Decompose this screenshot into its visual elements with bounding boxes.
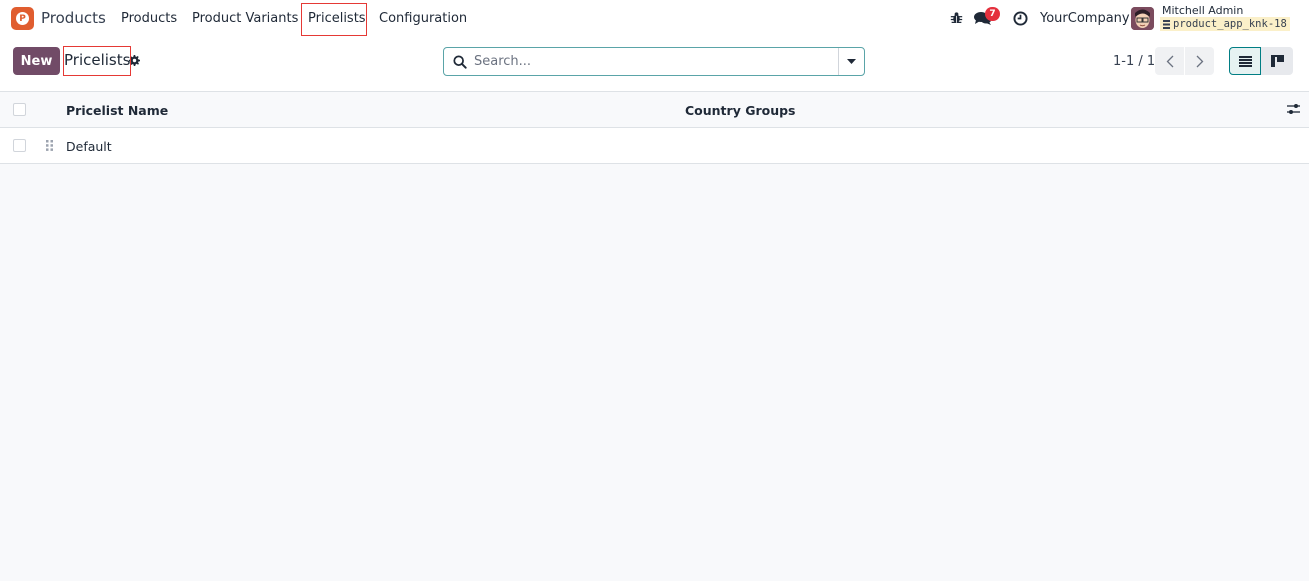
pager-next-button[interactable]	[1185, 47, 1214, 75]
menu-item-product-variants[interactable]: Product Variants	[192, 11, 298, 26]
drag-handle-icon[interactable]	[46, 140, 53, 155]
app-name[interactable]: Products	[41, 9, 106, 27]
products-app-icon[interactable]: P	[11, 7, 34, 30]
clock-icon[interactable]	[1013, 11, 1028, 30]
pricelist-name-cell[interactable]: Default	[66, 139, 112, 154]
pager-value[interactable]: 1-1 / 1	[1113, 54, 1155, 69]
bug-icon[interactable]	[950, 11, 963, 28]
database-icon	[1163, 19, 1170, 29]
sliders-icon	[1287, 104, 1300, 114]
search-input[interactable]	[474, 54, 838, 69]
pager-previous-button[interactable]	[1155, 47, 1184, 75]
table-row[interactable]: Default	[0, 128, 1309, 164]
menu-item-configuration[interactable]: Configuration	[379, 11, 467, 26]
database-name: product_app_knk-18	[1160, 17, 1290, 31]
gear-icon[interactable]	[129, 55, 140, 70]
menu-item-pricelists[interactable]: Pricelists	[308, 11, 366, 26]
column-header-country-groups[interactable]: Country Groups	[685, 103, 796, 118]
company-switcher[interactable]: YourCompany	[1040, 11, 1130, 26]
search-bar	[443, 47, 865, 76]
database-name-text: product_app_knk-18	[1173, 18, 1287, 30]
caret-down-icon	[847, 59, 856, 64]
search-options-toggle[interactable]	[838, 48, 864, 75]
table-header: Pricelist Name Country Groups	[0, 92, 1309, 128]
top-navbar: P Products Products Product Variants Pri…	[0, 0, 1309, 37]
chevron-left-icon	[1166, 55, 1173, 67]
kanban-icon	[1270, 55, 1284, 67]
new-button[interactable]: New	[13, 47, 60, 75]
pricelist-table: Pricelist Name Country Groups Default	[0, 92, 1309, 164]
menu-item-products[interactable]: Products	[121, 11, 177, 26]
control-panel: New Pricelists 1-1 / 1	[0, 37, 1309, 92]
chevron-right-icon	[1196, 55, 1203, 67]
user-name[interactable]: Mitchell Admin	[1162, 4, 1243, 17]
select-all-checkbox[interactable]	[13, 103, 26, 116]
kanban-view-button[interactable]	[1261, 47, 1293, 75]
messages-badge: 7	[985, 7, 1000, 21]
avatar[interactable]	[1131, 7, 1154, 30]
list-view-button[interactable]	[1229, 47, 1261, 75]
column-header-pricelist-name[interactable]: Pricelist Name	[66, 103, 168, 118]
search-icon	[453, 54, 467, 69]
optional-columns-toggle[interactable]	[1287, 103, 1300, 119]
page-title: Pricelists	[64, 51, 131, 69]
row-checkbox[interactable]	[13, 139, 26, 152]
list-icon	[1238, 55, 1252, 67]
